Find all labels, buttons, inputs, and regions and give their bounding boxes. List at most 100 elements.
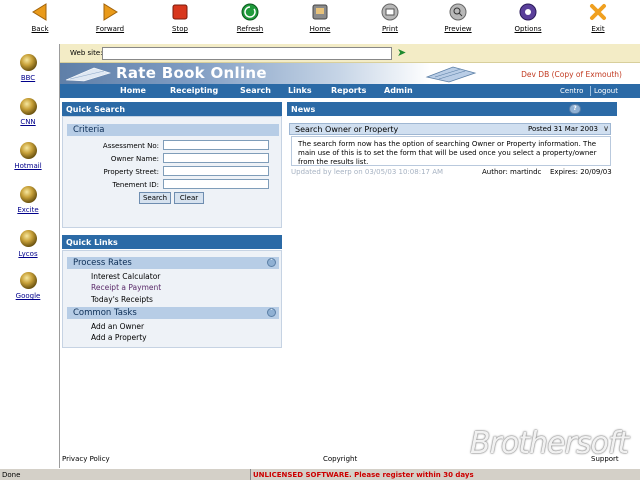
exit-label: Exit — [591, 25, 605, 33]
link-todays-receipts[interactable]: Today's Receipts — [91, 295, 153, 304]
news-collapse-icon[interactable]: ∨ — [603, 124, 609, 133]
privacy-policy-link[interactable]: Privacy Policy — [62, 455, 110, 463]
news-title: News — [291, 105, 316, 114]
collapse-icon[interactable]: ˆ — [267, 258, 276, 267]
print-label: Print — [381, 25, 399, 33]
common-tasks-title: Common Tasks — [73, 308, 137, 318]
process-rates-header[interactable]: Process Rates ˆ — [67, 257, 279, 269]
news-posted-date: Posted 31 Mar 2003 — [528, 125, 598, 133]
owner-name-label: Owner Name: — [110, 155, 159, 163]
globe-icon — [19, 54, 37, 71]
property-street-input[interactable] — [163, 166, 269, 176]
home-icon — [312, 4, 328, 20]
favorite-google[interactable]: Google — [6, 272, 50, 300]
news-author: martindc — [510, 168, 542, 176]
book-icon — [425, 66, 477, 83]
globe-icon — [19, 98, 37, 115]
nav-reports[interactable]: Reports — [331, 86, 366, 95]
forward-label: Forward — [95, 25, 125, 33]
refresh-label: Refresh — [236, 25, 264, 33]
globe-icon — [19, 186, 37, 203]
app-title: Rate Book Online — [116, 64, 267, 82]
link-receipt-payment[interactable]: Receipt a Payment — [91, 283, 161, 292]
nav-home[interactable]: Home — [120, 86, 146, 95]
clear-button[interactable]: Clear — [174, 192, 204, 204]
search-button[interactable]: Search — [139, 192, 171, 204]
nav-search[interactable]: Search — [240, 86, 271, 95]
favorite-lycos[interactable]: Lycos — [6, 230, 50, 258]
quick-search-title: Quick Search — [66, 105, 126, 114]
back-button[interactable]: Back — [16, 2, 64, 42]
print-icon — [381, 3, 399, 21]
news-item-title: Search Owner or Property — [295, 125, 399, 134]
quick-links-title: Quick Links — [66, 238, 118, 247]
collapse-icon[interactable]: ˆ — [267, 308, 276, 317]
quick-search-header: Quick Search — [62, 102, 282, 116]
globe-icon — [19, 272, 37, 289]
watermark-logo: Brothersoft — [470, 426, 629, 461]
owner-name-input[interactable] — [163, 153, 269, 163]
nav-links[interactable]: Links — [288, 86, 312, 95]
favorites-sidebar: BBC CNN Hotmail Excite Lycos Google — [0, 44, 60, 468]
criteria-header: Criteria — [67, 124, 279, 136]
current-database: Dev DB (Copy of Exmouth) — [521, 70, 622, 79]
favorite-excite[interactable]: Excite — [6, 186, 50, 214]
address-label: Web site: — [70, 49, 103, 57]
news-header: News ? — [287, 102, 617, 116]
stop-button[interactable]: Stop — [156, 2, 204, 42]
home-label: Home — [309, 25, 331, 33]
favorite-label: Hotmail — [14, 162, 42, 170]
nav-logout[interactable]: Logout — [594, 87, 618, 95]
app-banner: Rate Book Online Dev DB (Copy of Exmouth… — [60, 63, 640, 84]
stop-label: Stop — [172, 25, 188, 33]
back-label: Back — [31, 25, 49, 33]
tenement-id-input[interactable] — [163, 179, 269, 189]
news-updated-info: Updated by leerp on 03/05/03 10:08:17 AM — [291, 168, 444, 176]
link-interest-calculator[interactable]: Interest Calculator — [91, 272, 160, 281]
address-input[interactable] — [102, 47, 392, 60]
exit-icon — [590, 4, 606, 20]
assessment-no-label: Assessment No: — [102, 142, 159, 150]
status-panel: UNLICENSED SOFTWARE. Please register wit… — [250, 469, 640, 480]
print-button[interactable]: Print — [366, 2, 414, 42]
nav-admin[interactable]: Admin — [384, 86, 413, 95]
copyright-link[interactable]: Copyright — [323, 455, 357, 463]
main-nav: Home Receipting Search Links Reports Adm… — [60, 84, 640, 98]
news-item-body: The search form now has the option of se… — [291, 136, 611, 166]
refresh-button[interactable]: Refresh — [226, 2, 274, 42]
refresh-icon — [241, 3, 259, 21]
favorite-label: Lycos — [18, 250, 38, 258]
exit-button[interactable]: Exit — [574, 2, 622, 42]
news-author-label: Author: — [482, 168, 508, 176]
globe-icon — [19, 230, 37, 247]
help-icon[interactable]: ? — [569, 104, 581, 114]
quick-search-panel: Criteria Assessment No: Owner Name: Prop… — [62, 116, 282, 228]
globe-icon — [19, 142, 37, 159]
preview-button[interactable]: Preview — [434, 2, 482, 42]
nav-receipting[interactable]: Receipting — [170, 86, 218, 95]
process-rates-title: Process Rates — [73, 258, 132, 268]
favorite-cnn[interactable]: CNN — [6, 98, 50, 126]
options-icon — [519, 3, 537, 21]
logo-icon — [65, 67, 112, 82]
options-label: Options — [514, 25, 542, 33]
stop-icon — [172, 4, 188, 20]
property-street-label: Property Street: — [103, 168, 159, 176]
favorite-bbc[interactable]: BBC — [6, 54, 50, 82]
nav-centro[interactable]: Centro — [560, 87, 583, 95]
options-button[interactable]: Options — [504, 2, 552, 42]
link-add-owner[interactable]: Add an Owner — [91, 322, 144, 331]
forward-button[interactable]: Forward — [86, 2, 134, 42]
favorite-hotmail[interactable]: Hotmail — [6, 142, 50, 170]
preview-label: Preview — [444, 25, 472, 33]
address-bar: Web site: ➤ — [60, 44, 640, 63]
go-icon[interactable]: ➤ — [397, 47, 409, 59]
browser-toolbar: Back Forward Stop Refresh Home Print Pre… — [0, 0, 640, 44]
quick-links-panel: Process Rates ˆ Interest Calculator Rece… — [62, 250, 282, 348]
link-add-property[interactable]: Add a Property — [91, 333, 147, 342]
arrow-right-icon — [103, 3, 118, 21]
assessment-no-input[interactable] — [163, 140, 269, 150]
home-button[interactable]: Home — [296, 2, 344, 42]
news-item-text: The search form now has the option of se… — [298, 140, 597, 166]
common-tasks-header[interactable]: Common Tasks ˆ — [67, 307, 279, 319]
